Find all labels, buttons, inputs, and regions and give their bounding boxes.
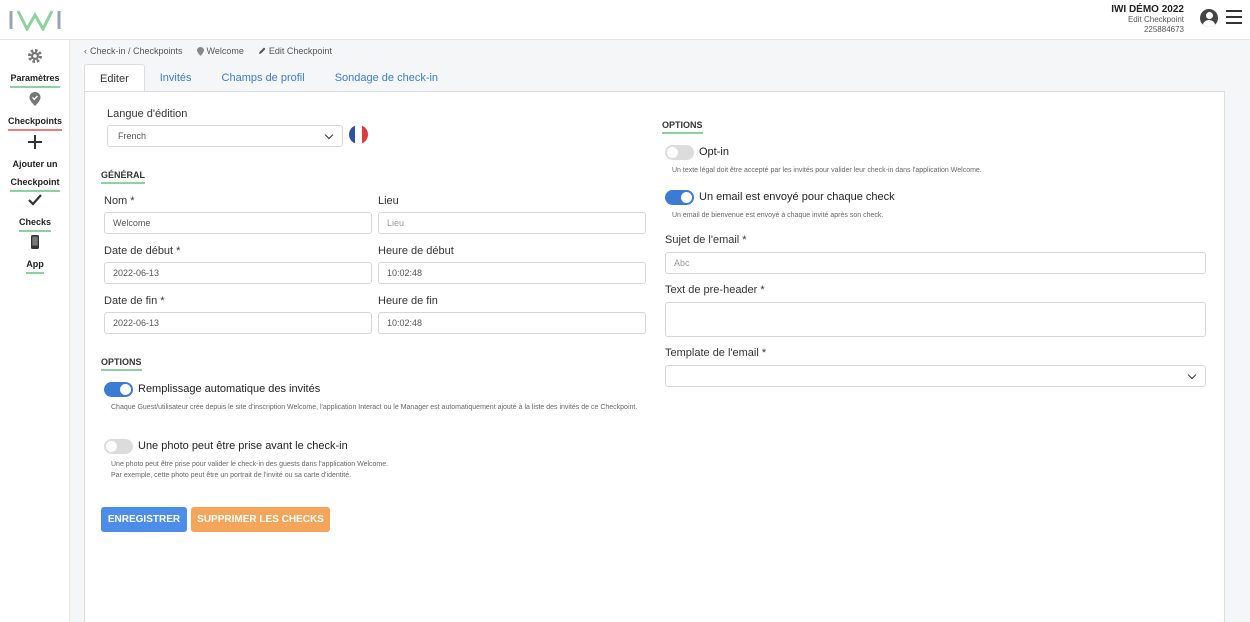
tab-bar: Editer Invités Champs de profil Sondage … [84,64,453,92]
preheader-textarea[interactable] [665,302,1206,337]
breadcrumb-label: Welcome [206,46,244,56]
autofill-toggle[interactable] [104,382,133,397]
photo-toggle[interactable] [104,439,133,454]
sidebar-item-label: Checks [18,216,52,232]
breadcrumb-item-edit: Edit Checkpoint [258,46,332,56]
language-select[interactable]: French [107,125,343,147]
sidebar-item-label: Checkpoints [7,115,62,131]
tab-champs-de-profil[interactable]: Champs de profil [207,64,320,92]
email-hint: Un email de bienvenue est envoyé à chaqu… [672,212,884,219]
toggle-knob [106,441,117,452]
end-time-input[interactable] [378,312,646,334]
language-label: Langue d'édition [107,108,188,120]
name-label: Nom * [104,195,135,207]
section-options-right-title: OPTIONS [662,120,703,134]
section-options-title: OPTIONS [101,357,142,371]
save-button[interactable]: ENREGISTRER [101,507,187,532]
place-label: Lieu [378,195,399,207]
plus-icon [28,135,42,149]
preheader-label: Text de pre-header * [665,284,765,296]
place-input[interactable] [378,212,646,234]
toggle-knob [667,147,678,158]
phone-icon [31,235,39,249]
optin-toggle[interactable] [665,145,694,160]
checkmark-icon [28,194,42,206]
email-label: Un email est envoyé pour chaque check [699,191,895,203]
section-general-title: GÉNÉRAL [101,170,146,184]
email-template-select[interactable] [665,365,1206,387]
checkpoint-id: 225884673 [1143,25,1184,34]
sidebar-item-app[interactable]: App [0,234,70,274]
toggle-knob [120,384,131,395]
pencil-icon [258,47,266,54]
photo-hint-2: Par exemple, cette photo peut être un po… [111,472,352,479]
start-date-input[interactable] [104,262,372,284]
sidebar-item-label: Paramètres [10,72,60,88]
chevron-down-icon [1187,370,1197,379]
page-name: Edit Checkpoint [1127,15,1184,24]
edit-card: Langue d'édition French GÉNÉRAL Nom * Li… [84,91,1225,622]
email-subject-input[interactable] [665,252,1206,274]
end-date-label: Date de fin * [104,295,165,307]
sidebar-item-label: Ajouter un [12,159,58,169]
start-date-label: Date de début * [104,245,181,257]
template-label: Template de l'email * [665,347,767,359]
autofill-label: Remplissage automatique des invités [138,383,321,395]
autofill-hint: Chaque Guest/utilisateur crée depuis le … [111,404,638,411]
start-time-input[interactable] [378,262,646,284]
chevron-left-icon: ‹ [84,46,87,56]
iwi-logo[interactable] [8,9,62,31]
brand-name: IWI DÉMO 2022 [1111,4,1184,15]
hamburger-menu-icon[interactable] [1226,10,1242,24]
map-pin-check-icon [29,92,41,106]
toggle-knob [681,192,692,203]
breadcrumb-label: Check-in / Checkpoints [90,46,183,56]
name-input[interactable] [104,212,372,234]
breadcrumb: ‹ Check-in / Checkpoints Welcome Edit Ch… [84,46,332,56]
sidebar-item-label: Checkpoint [10,176,60,192]
french-flag-icon [349,125,368,144]
photo-hint-1: Une photo peut être prise pour valider l… [111,461,389,468]
email-subject-label: Sujet de l'email * [665,234,747,246]
sidebar-item-label: App [26,258,44,274]
top-bar: IWI DÉMO 2022 Edit Checkpoint 225884673 [0,0,1250,40]
tab-invites[interactable]: Invités [145,64,207,92]
user-avatar-icon[interactable] [1200,9,1218,27]
map-pin-icon [196,46,204,56]
photo-label: Une photo peut être prise avant le check… [138,440,348,452]
optin-hint: Un texte légal doit être accepté par les… [672,167,982,174]
account-info: IWI DÉMO 2022 Edit Checkpoint 225884673 [1111,5,1184,35]
email-toggle[interactable] [665,190,694,205]
sidebar-item-add-checkpoint[interactable]: Ajouter un Checkpoint [0,134,70,192]
breadcrumb-item-checkpoints[interactable]: ‹ Check-in / Checkpoints [84,46,183,56]
gear-icon [28,49,42,63]
tab-editer[interactable]: Editer [84,64,145,92]
end-time-label: Heure de fin [378,295,438,307]
language-select-value: French [118,131,147,141]
start-time-label: Heure de début [378,245,454,257]
optin-label: Opt-in [699,146,729,158]
tab-sondage-de-check-in[interactable]: Sondage de check-in [320,64,453,92]
sidebar-item-checks[interactable]: Checks [0,192,70,232]
breadcrumb-label: Edit Checkpoint [268,46,332,56]
sidebar-item-checkpoints[interactable]: Checkpoints [0,91,70,131]
end-date-input[interactable] [104,312,372,334]
sidebar-item-parametres[interactable]: Paramètres [0,48,70,88]
delete-checks-button[interactable]: SUPPRIMER LES CHECKS [191,507,330,532]
breadcrumb-item-welcome[interactable]: Welcome [196,46,244,56]
sidebar: Paramètres Checkpoints Ajouter un Checkp… [0,40,70,622]
chevron-down-icon [324,130,334,139]
